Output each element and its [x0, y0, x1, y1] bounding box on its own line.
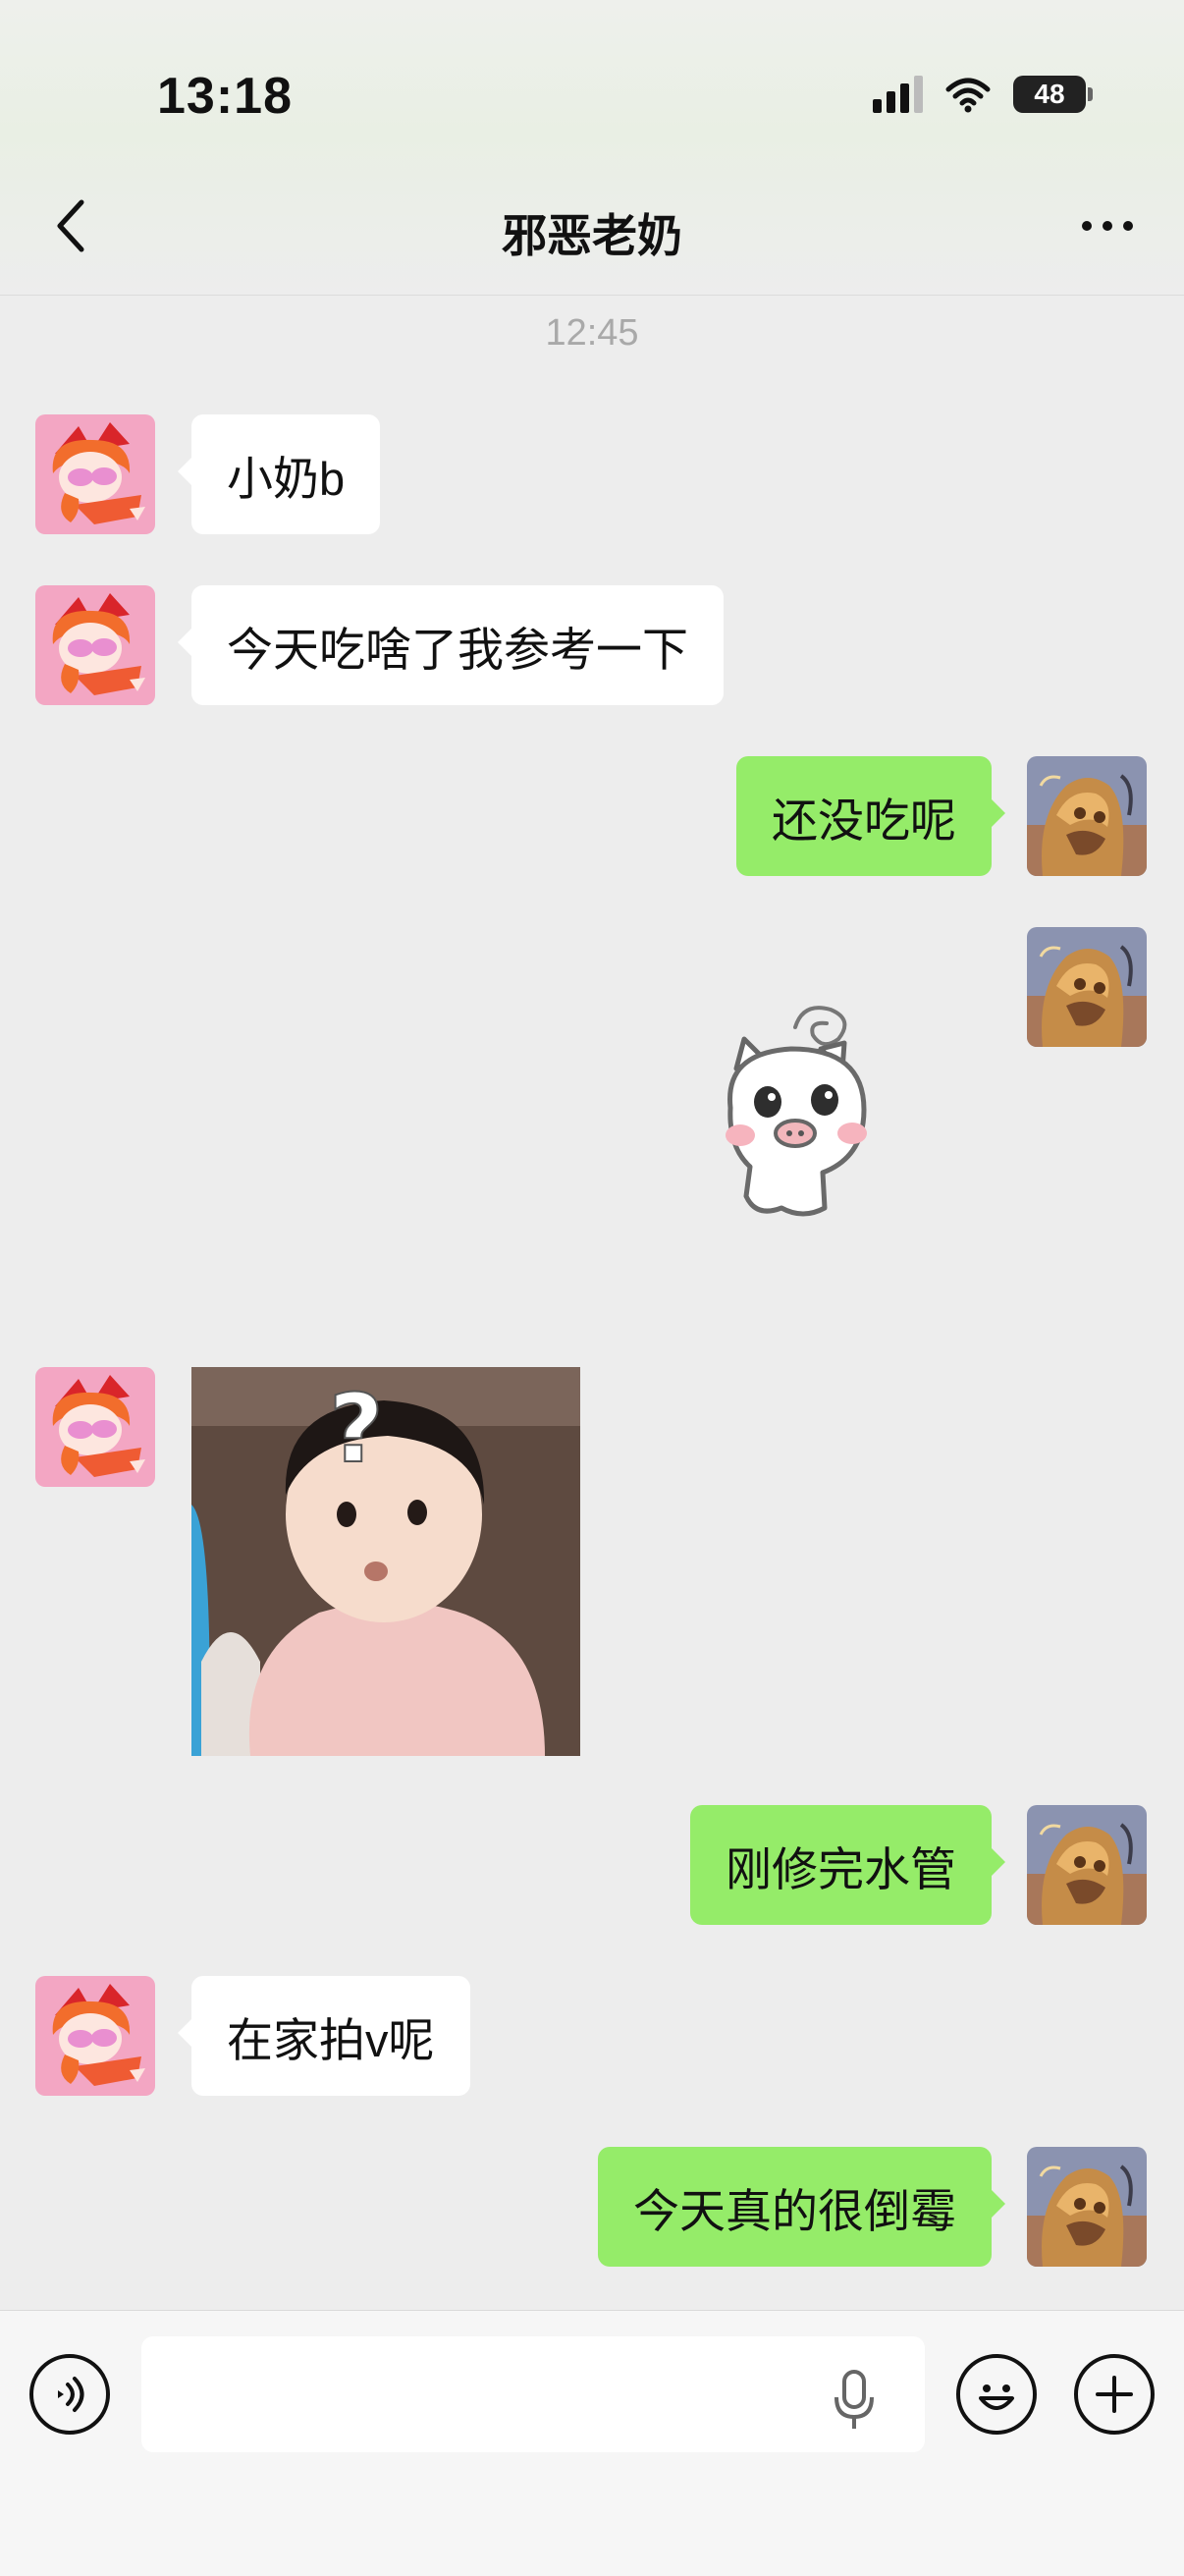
more-dot-icon: [1103, 221, 1112, 231]
self-avatar[interactable]: [1027, 2147, 1147, 2267]
more-options-button[interactable]: [1060, 194, 1155, 257]
incoming-message-bubble[interactable]: 小奶b: [177, 414, 381, 534]
outgoing-message-bubble[interactable]: 刚修完水管: [690, 1805, 1005, 1925]
contact-avatar[interactable]: [35, 1367, 155, 1487]
message-timestamp: 12:45: [545, 312, 639, 354]
status-icons: 48: [873, 67, 1093, 122]
contact-avatar[interactable]: [35, 1976, 155, 2096]
voice-mode-icon: [58, 2377, 84, 2412]
sticker-overlay-text: ?: [329, 1374, 384, 1484]
more-dot-icon: [1082, 221, 1092, 231]
contact-avatar[interactable]: [35, 414, 155, 534]
message-input-bar: [0, 2310, 1184, 2576]
emoji-button[interactable]: [956, 2354, 1037, 2435]
more-functions-button[interactable]: [1074, 2354, 1155, 2435]
battery-indicator: 48: [1013, 76, 1093, 113]
outgoing-message-bubble[interactable]: 还没吃呢: [736, 756, 1005, 876]
baby-question-mark-sticker[interactable]: ?: [191, 1367, 580, 1756]
contact-avatar[interactable]: [35, 585, 155, 705]
self-avatar[interactable]: [1027, 756, 1147, 876]
voice-mode-button[interactable]: [29, 2354, 110, 2435]
incoming-message-bubble[interactable]: 今天吃啥了我参考一下: [178, 585, 724, 705]
self-avatar[interactable]: [1027, 927, 1147, 1047]
plus-icon: [1096, 2376, 1133, 2413]
more-dot-icon: [1123, 221, 1133, 231]
chat-title: 邪恶老奶: [502, 210, 682, 261]
battery-level: 48: [1034, 79, 1065, 109]
outgoing-message-bubble[interactable]: 今天真的很倒霉: [598, 2147, 1005, 2267]
chevron-left-icon: [57, 199, 84, 252]
self-avatar[interactable]: [1027, 1805, 1147, 1925]
incoming-message-bubble[interactable]: 在家拍v呢: [178, 1976, 470, 2096]
status-time: 13:18: [157, 68, 293, 125]
piglet-dizzy-sticker[interactable]: [707, 1000, 893, 1235]
message-text-input[interactable]: [141, 2336, 925, 2452]
microphone-icon[interactable]: [833, 2370, 876, 2431]
emoji-icon: [979, 2384, 1014, 2410]
cellular-signal-icon: [873, 76, 923, 113]
wifi-icon: [945, 78, 991, 113]
top-header: 13:18 48 邪恶老奶: [0, 0, 1184, 296]
back-button[interactable]: [39, 194, 102, 257]
